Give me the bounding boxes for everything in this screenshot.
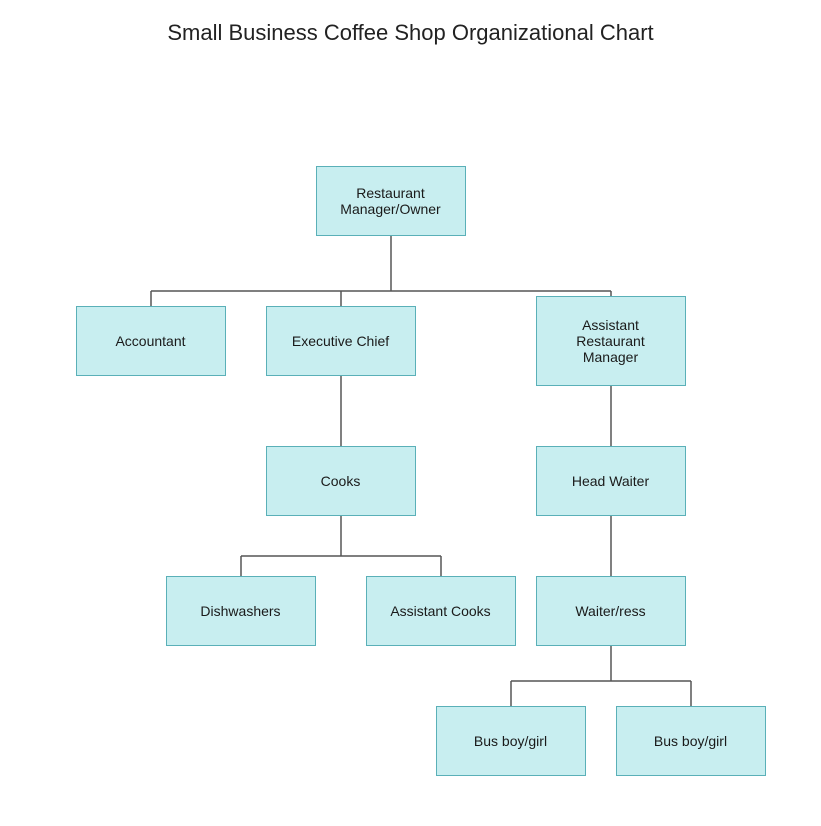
node-bus-boy-2: Bus boy/girl	[616, 706, 766, 776]
org-chart: Restaurant Manager/Owner Accountant Exec…	[21, 76, 801, 806]
node-bus-boy-1: Bus boy/girl	[436, 706, 586, 776]
node-dishwashers: Dishwashers	[166, 576, 316, 646]
node-head-waiter: Head Waiter	[536, 446, 686, 516]
node-cooks: Cooks	[266, 446, 416, 516]
node-exec-chef: Executive Chief	[266, 306, 416, 376]
node-manager: Restaurant Manager/Owner	[316, 166, 466, 236]
node-asst-cooks: Assistant Cooks	[366, 576, 516, 646]
node-waiter-ress: Waiter/ress	[536, 576, 686, 646]
node-accountant: Accountant	[76, 306, 226, 376]
node-asst-manager: Assistant Restaurant Manager	[536, 296, 686, 386]
page-title: Small Business Coffee Shop Organizationa…	[20, 20, 801, 46]
